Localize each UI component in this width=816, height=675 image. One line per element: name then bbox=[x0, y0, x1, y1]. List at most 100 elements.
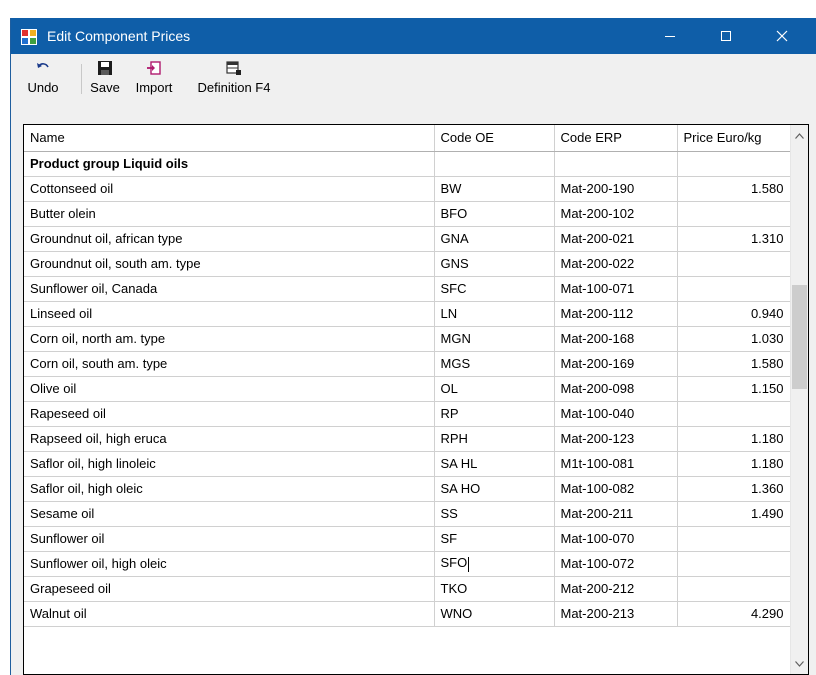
cell-price[interactable]: 0.940 bbox=[677, 301, 793, 327]
title-bar[interactable]: Edit Component Prices bbox=[11, 18, 816, 54]
definition-button[interactable]: Definition F4 bbox=[187, 58, 281, 100]
save-button[interactable]: Save bbox=[87, 58, 123, 100]
cell-name[interactable]: Cottonseed oil bbox=[24, 176, 435, 202]
cell-price[interactable] bbox=[677, 401, 793, 427]
minimize-button[interactable] bbox=[647, 18, 693, 54]
cell-price[interactable] bbox=[677, 201, 793, 227]
scrollbar-thumb[interactable] bbox=[792, 285, 807, 389]
vertical-scrollbar[interactable] bbox=[790, 125, 808, 674]
cell-code-oe[interactable]: GNS bbox=[434, 251, 555, 277]
table-row[interactable]: Corn oil, south am. type MGS Mat-200-169… bbox=[24, 351, 793, 377]
cell-code-erp[interactable]: Mat-100-040 bbox=[554, 401, 678, 427]
cell-code-oe[interactable]: WNO bbox=[434, 601, 555, 627]
table-row[interactable]: Olive oil OL Mat-200-098 1.150 bbox=[24, 376, 793, 402]
cell-code-oe[interactable]: SF bbox=[434, 526, 555, 552]
cell-code-erp[interactable]: Mat-200-168 bbox=[554, 326, 678, 352]
group-row-label[interactable]: Product group Liquid oils bbox=[24, 151, 435, 177]
cell-name[interactable]: Sunflower oil, high oleic bbox=[24, 551, 435, 577]
table-row[interactable]: Groundnut oil, african type GNA Mat-200-… bbox=[24, 226, 793, 252]
cell-price[interactable] bbox=[677, 576, 793, 602]
cell-name[interactable]: Groundnut oil, african type bbox=[24, 226, 435, 252]
table-row[interactable]: Saflor oil, high linoleic SA HL M1t-100-… bbox=[24, 451, 793, 477]
cell-code-erp[interactable]: Mat-100-070 bbox=[554, 526, 678, 552]
table-row[interactable]: Linseed oil LN Mat-200-112 0.940 bbox=[24, 301, 793, 327]
cell-code-erp[interactable]: Mat-200-169 bbox=[554, 351, 678, 377]
cell-price[interactable]: 1.580 bbox=[677, 176, 793, 202]
cell-name[interactable]: Butter olein bbox=[24, 201, 435, 227]
column-header-code-erp[interactable]: Code ERP bbox=[554, 125, 678, 152]
cell-code-erp[interactable]: Mat-200-021 bbox=[554, 226, 678, 252]
cell-name[interactable]: Olive oil bbox=[24, 376, 435, 402]
cell-name[interactable]: Saflor oil, high oleic bbox=[24, 476, 435, 502]
cell-name[interactable]: Saflor oil, high linoleic bbox=[24, 451, 435, 477]
scroll-down-button[interactable] bbox=[791, 655, 808, 672]
table-row[interactable]: Walnut oil WNO Mat-200-213 4.290 bbox=[24, 601, 793, 627]
cell-name[interactable]: Corn oil, south am. type bbox=[24, 351, 435, 377]
cell-price[interactable]: 1.150 bbox=[677, 376, 793, 402]
cell-price[interactable]: 1.360 bbox=[677, 476, 793, 502]
cell-code-oe[interactable]: BW bbox=[434, 176, 555, 202]
cell-code-oe[interactable]: RP bbox=[434, 401, 555, 427]
cell-name[interactable]: Sunflower oil, Canada bbox=[24, 276, 435, 302]
cell-code-oe[interactable]: SFC bbox=[434, 276, 555, 302]
cell-code-erp[interactable]: Mat-200-112 bbox=[554, 301, 678, 327]
cell-name[interactable]: Sesame oil bbox=[24, 501, 435, 527]
cell-code-oe[interactable]: LN bbox=[434, 301, 555, 327]
scroll-up-button[interactable] bbox=[791, 127, 808, 144]
cell-price[interactable] bbox=[677, 526, 793, 552]
cell-code-erp[interactable]: Mat-200-098 bbox=[554, 376, 678, 402]
cell-code-erp[interactable]: Mat-200-190 bbox=[554, 176, 678, 202]
group-row-cell[interactable] bbox=[554, 151, 678, 177]
table-row[interactable]: Saflor oil, high oleic SA HO Mat-100-082… bbox=[24, 476, 793, 502]
import-button[interactable]: Import bbox=[127, 58, 181, 100]
cell-code-oe-editing[interactable]: SFO bbox=[434, 551, 555, 577]
cell-code-erp[interactable]: Mat-200-123 bbox=[554, 426, 678, 452]
cell-code-oe[interactable]: TKO bbox=[434, 576, 555, 602]
cell-code-erp[interactable]: M1t-100-081 bbox=[554, 451, 678, 477]
cell-name[interactable]: Corn oil, north am. type bbox=[24, 326, 435, 352]
cell-name[interactable]: Linseed oil bbox=[24, 301, 435, 327]
cell-price[interactable] bbox=[677, 551, 793, 577]
cell-price[interactable] bbox=[677, 251, 793, 277]
cell-code-oe[interactable]: OL bbox=[434, 376, 555, 402]
cell-code-oe[interactable]: MGS bbox=[434, 351, 555, 377]
table-row[interactable]: Sunflower oil, high oleic SFO Mat-100-07… bbox=[24, 551, 793, 577]
cell-name[interactable]: Grapeseed oil bbox=[24, 576, 435, 602]
group-row-cell[interactable] bbox=[434, 151, 555, 177]
table-row[interactable]: Cottonseed oil BW Mat-200-190 1.580 bbox=[24, 176, 793, 202]
table-row[interactable]: Rapseed oil, high eruca RPH Mat-200-123 … bbox=[24, 426, 793, 452]
cell-code-erp[interactable]: Mat-200-211 bbox=[554, 501, 678, 527]
cell-code-erp[interactable]: Mat-200-212 bbox=[554, 576, 678, 602]
cell-code-erp[interactable]: Mat-100-071 bbox=[554, 276, 678, 302]
table-row[interactable]: Sunflower oil SF Mat-100-070 bbox=[24, 526, 793, 552]
cell-code-erp[interactable]: Mat-100-072 bbox=[554, 551, 678, 577]
column-header-price[interactable]: Price Euro/kg bbox=[677, 125, 793, 152]
cell-price[interactable]: 1.030 bbox=[677, 326, 793, 352]
undo-button[interactable]: Undo bbox=[15, 58, 71, 100]
cell-code-oe[interactable]: SA HL bbox=[434, 451, 555, 477]
cell-price[interactable] bbox=[677, 276, 793, 302]
column-header-code-oe[interactable]: Code OE bbox=[434, 125, 555, 152]
cell-code-oe[interactable]: MGN bbox=[434, 326, 555, 352]
table-row[interactable]: Rapeseed oil RP Mat-100-040 bbox=[24, 401, 793, 427]
cell-price[interactable]: 4.290 bbox=[677, 601, 793, 627]
cell-code-oe[interactable]: GNA bbox=[434, 226, 555, 252]
table-row[interactable]: Groundnut oil, south am. type GNS Mat-20… bbox=[24, 251, 793, 277]
column-header-name[interactable]: Name bbox=[24, 125, 435, 152]
cell-name[interactable]: Rapeseed oil bbox=[24, 401, 435, 427]
cell-code-oe[interactable]: SS bbox=[434, 501, 555, 527]
table-row[interactable]: Corn oil, north am. type MGN Mat-200-168… bbox=[24, 326, 793, 352]
cell-price[interactable]: 1.580 bbox=[677, 351, 793, 377]
close-button[interactable] bbox=[759, 18, 805, 54]
maximize-button[interactable] bbox=[703, 18, 749, 54]
table-row[interactable]: Sesame oil SS Mat-200-211 1.490 bbox=[24, 501, 793, 527]
cell-code-oe[interactable]: SA HO bbox=[434, 476, 555, 502]
cell-code-erp[interactable]: Mat-100-082 bbox=[554, 476, 678, 502]
table-row[interactable]: Sunflower oil, Canada SFC Mat-100-071 bbox=[24, 276, 793, 302]
cell-code-oe[interactable]: RPH bbox=[434, 426, 555, 452]
cell-name[interactable]: Sunflower oil bbox=[24, 526, 435, 552]
cell-code-oe[interactable]: BFO bbox=[434, 201, 555, 227]
cell-price[interactable]: 1.490 bbox=[677, 501, 793, 527]
cell-price[interactable]: 1.180 bbox=[677, 426, 793, 452]
cell-name[interactable]: Rapseed oil, high eruca bbox=[24, 426, 435, 452]
